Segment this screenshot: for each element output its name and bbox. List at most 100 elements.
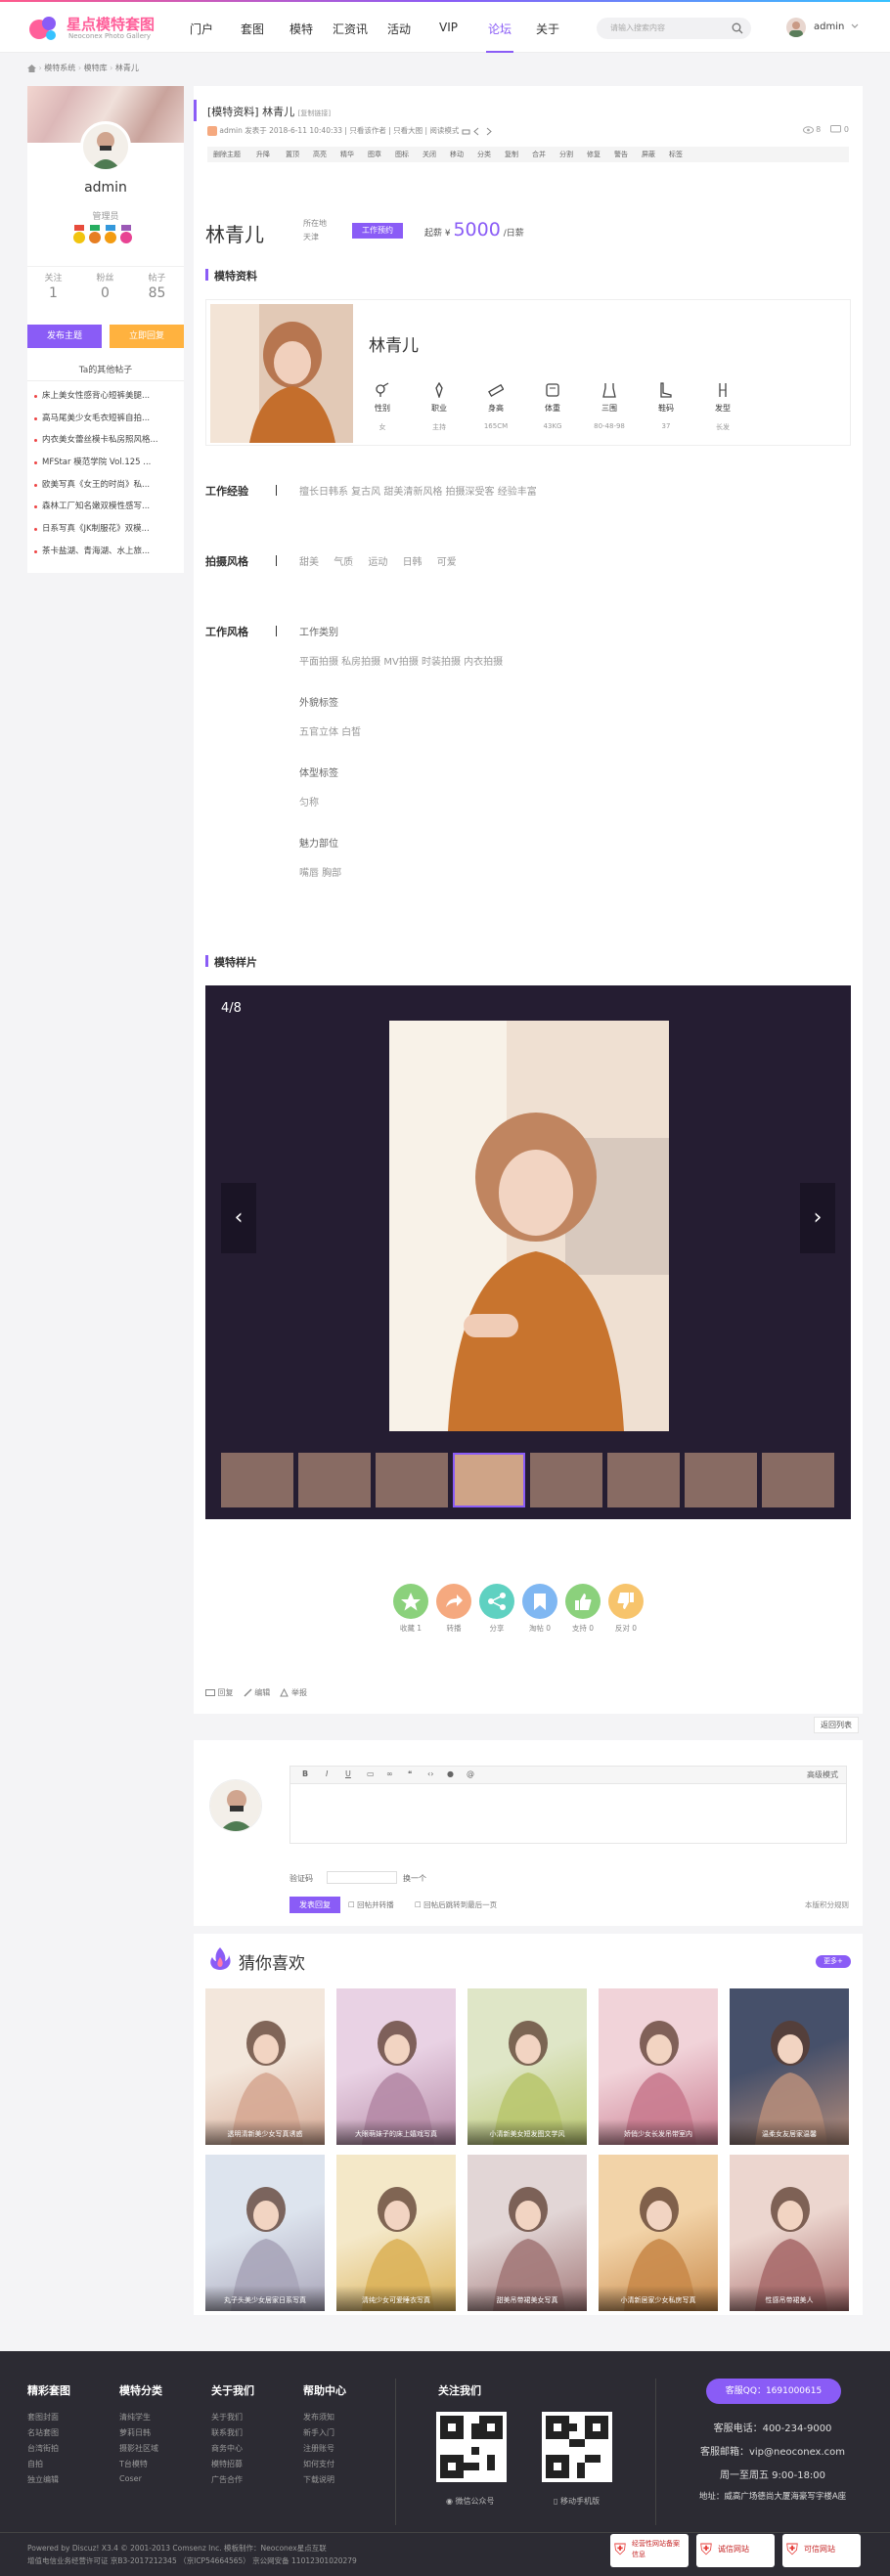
user-avatar[interactable] — [786, 18, 806, 37]
gallery-prev-button[interactable]: ‹ — [221, 1183, 256, 1253]
code-icon[interactable]: ‹› — [427, 1769, 433, 1778]
nav-events[interactable]: 活动 — [387, 21, 411, 37]
list-item[interactable]: 床上美女性感背心短裤美腿... — [33, 385, 180, 408]
stat-posts[interactable]: 帖子 85 — [131, 271, 183, 301]
recommend-card[interactable]: 性感吊带裙美人 — [730, 2155, 849, 2311]
footer-link[interactable]: 模特招募 — [211, 2459, 254, 2474]
mod-action[interactable]: 修复 — [587, 150, 601, 159]
mod-action[interactable]: 警告 — [614, 150, 628, 159]
mod-action[interactable]: 删除主题 — [213, 150, 241, 159]
back-to-list[interactable]: 返回列表 — [814, 1717, 859, 1733]
mod-action[interactable]: 图标 — [395, 150, 409, 159]
quick-reply-button[interactable]: 立即回复 — [110, 325, 184, 348]
underline-icon[interactable]: U — [345, 1769, 351, 1778]
recommend-card[interactable]: 甜美吊带裙美女写真 — [467, 2155, 587, 2311]
footer-link[interactable]: 台湾街拍 — [27, 2443, 70, 2459]
nav-news[interactable]: 汇资讯 — [333, 21, 368, 37]
service-email[interactable]: 客服邮箱：vip@neoconex.com — [685, 2443, 861, 2458]
submit-reply-button[interactable]: 发表回复 — [289, 1897, 340, 1913]
recommend-card[interactable]: 温柔女友居家温馨 — [730, 1988, 849, 2145]
footer-link[interactable]: 名站套图 — [27, 2427, 70, 2443]
gallery-thumb[interactable] — [298, 1453, 371, 1507]
nav-forum[interactable]: 论坛 — [488, 21, 512, 37]
header-username[interactable]: admin — [814, 22, 844, 32]
mod-action[interactable]: 升降 — [256, 150, 270, 159]
option-jump-last[interactable]: ☐ 回帖后跳转到最后一页 — [415, 1899, 497, 1910]
nav-albums[interactable]: 套图 — [241, 21, 264, 37]
gallery-next-button[interactable]: › — [800, 1183, 835, 1253]
gallery-thumb[interactable] — [607, 1453, 680, 1507]
mod-action[interactable]: 标签 — [669, 150, 683, 159]
support-button[interactable]: 支持 0 — [561, 1584, 604, 1634]
mod-action[interactable]: 关闭 — [423, 150, 436, 159]
bold-icon[interactable]: B — [302, 1769, 308, 1778]
list-item[interactable]: 欧美写真《女王的时尚》私... — [33, 474, 180, 497]
gallery-thumb[interactable] — [221, 1453, 293, 1507]
gallery-thumb-active[interactable] — [453, 1453, 525, 1507]
share-button[interactable]: 分享 — [475, 1584, 518, 1634]
footer-link[interactable]: Coser — [119, 2474, 162, 2490]
author-name[interactable]: admin — [27, 180, 184, 196]
qq-service-button[interactable]: 客服QQ：1691000615 — [706, 2379, 841, 2404]
nav-portal[interactable]: 门户 — [190, 21, 213, 37]
oppose-button[interactable]: 反对 0 — [604, 1584, 647, 1634]
site-logo[interactable]: 星点模特套图 Neoconex Photo Gallery — [27, 12, 174, 45]
mod-action[interactable]: 高亮 — [313, 150, 327, 159]
recommend-card[interactable]: 娇俏少女长发吊带室内 — [599, 1988, 718, 2145]
mod-action[interactable]: 置顶 — [286, 150, 299, 159]
captcha-refresh[interactable]: 换一个 — [403, 1873, 426, 1884]
recommend-card[interactable]: 透明清新美少女写真诱惑 — [205, 1988, 325, 2145]
list-item[interactable]: 森林工厂知名嫩双模性感写... — [33, 496, 180, 518]
quote-icon[interactable]: ❝ — [408, 1769, 412, 1778]
footer-link[interactable]: 广告合作 — [211, 2474, 254, 2490]
recommend-card[interactable]: 小清新美女短发图文学风 — [467, 1988, 587, 2145]
post-topic-button[interactable]: 发布主题 — [27, 325, 102, 348]
model-profile-photo[interactable] — [210, 304, 353, 443]
reply-editor[interactable]: B I U ▭ ∞ ❝ ‹› ● @ 高级模式 — [289, 1766, 847, 1844]
footer-link[interactable]: 新手入门 — [303, 2427, 346, 2443]
seal-badge[interactable]: ⛨ 可信网站 — [782, 2534, 861, 2567]
mod-action[interactable]: 复制 — [505, 150, 518, 159]
stat-fans[interactable]: 粉丝 0 — [79, 271, 131, 301]
footer-link[interactable]: 独立编辑 — [27, 2474, 70, 2490]
author-avatar[interactable] — [80, 121, 131, 172]
mod-action[interactable]: 分类 — [477, 150, 491, 159]
nav-about[interactable]: 关于 — [536, 21, 559, 37]
copy-link[interactable]: [复制链接] — [298, 109, 331, 117]
mod-action[interactable]: 屏蔽 — [642, 150, 655, 159]
collect-button[interactable]: 淘帖 0 — [518, 1584, 561, 1634]
mod-action[interactable]: 分割 — [559, 150, 573, 159]
seal-badge[interactable]: ⛨ 经营性网站备案信息 — [610, 2534, 689, 2567]
footer-link[interactable]: 套图封面 — [27, 2412, 70, 2427]
nav-vip[interactable]: VIP — [439, 21, 458, 34]
favorite-button[interactable]: 收藏 1 — [389, 1584, 432, 1634]
at-icon[interactable]: @ — [467, 1769, 474, 1778]
emoji-icon[interactable]: ● — [447, 1769, 454, 1778]
footer-link[interactable]: 萝莉日韩 — [119, 2427, 162, 2443]
footer-link[interactable]: 商务中心 — [211, 2443, 254, 2459]
footer-link[interactable]: 联系我们 — [211, 2427, 254, 2443]
mod-action[interactable]: 合并 — [532, 150, 546, 159]
home-icon[interactable] — [27, 64, 36, 72]
gallery-thumb[interactable] — [762, 1453, 834, 1507]
seal-badge[interactable]: ⛨ 诚信网站 — [696, 2534, 775, 2567]
footer-link[interactable]: 摄影社区域 — [119, 2443, 162, 2459]
footer-link[interactable]: T台模特 — [119, 2459, 162, 2474]
mod-action[interactable]: 图章 — [368, 150, 381, 159]
list-item[interactable]: 内衣美女蕾丝模卡私房照风格... — [33, 429, 180, 452]
footer-link[interactable]: 关于我们 — [211, 2412, 254, 2427]
image-icon[interactable]: ▭ — [367, 1769, 375, 1778]
breadcrumb-item[interactable]: 模特系统 — [44, 64, 75, 72]
forward-button[interactable]: 转播 — [432, 1584, 475, 1634]
report-link[interactable]: 举报 — [291, 1688, 307, 1697]
italic-icon[interactable]: I — [326, 1769, 328, 1778]
link-icon[interactable]: ∞ — [386, 1769, 393, 1778]
footer-link[interactable]: 下载说明 — [303, 2474, 346, 2490]
footer-link[interactable]: 发布须知 — [303, 2412, 346, 2427]
mod-action[interactable]: 精华 — [340, 150, 354, 159]
gallery-thumb[interactable] — [530, 1453, 602, 1507]
chevron-down-icon[interactable] — [851, 23, 859, 29]
recommend-card[interactable]: 大眼萌妹子的床上嬉戏写真 — [336, 1988, 456, 2145]
recommend-card[interactable]: 小清新居家少女私房写真 — [599, 2155, 718, 2311]
nav-models[interactable]: 模特 — [289, 21, 313, 37]
